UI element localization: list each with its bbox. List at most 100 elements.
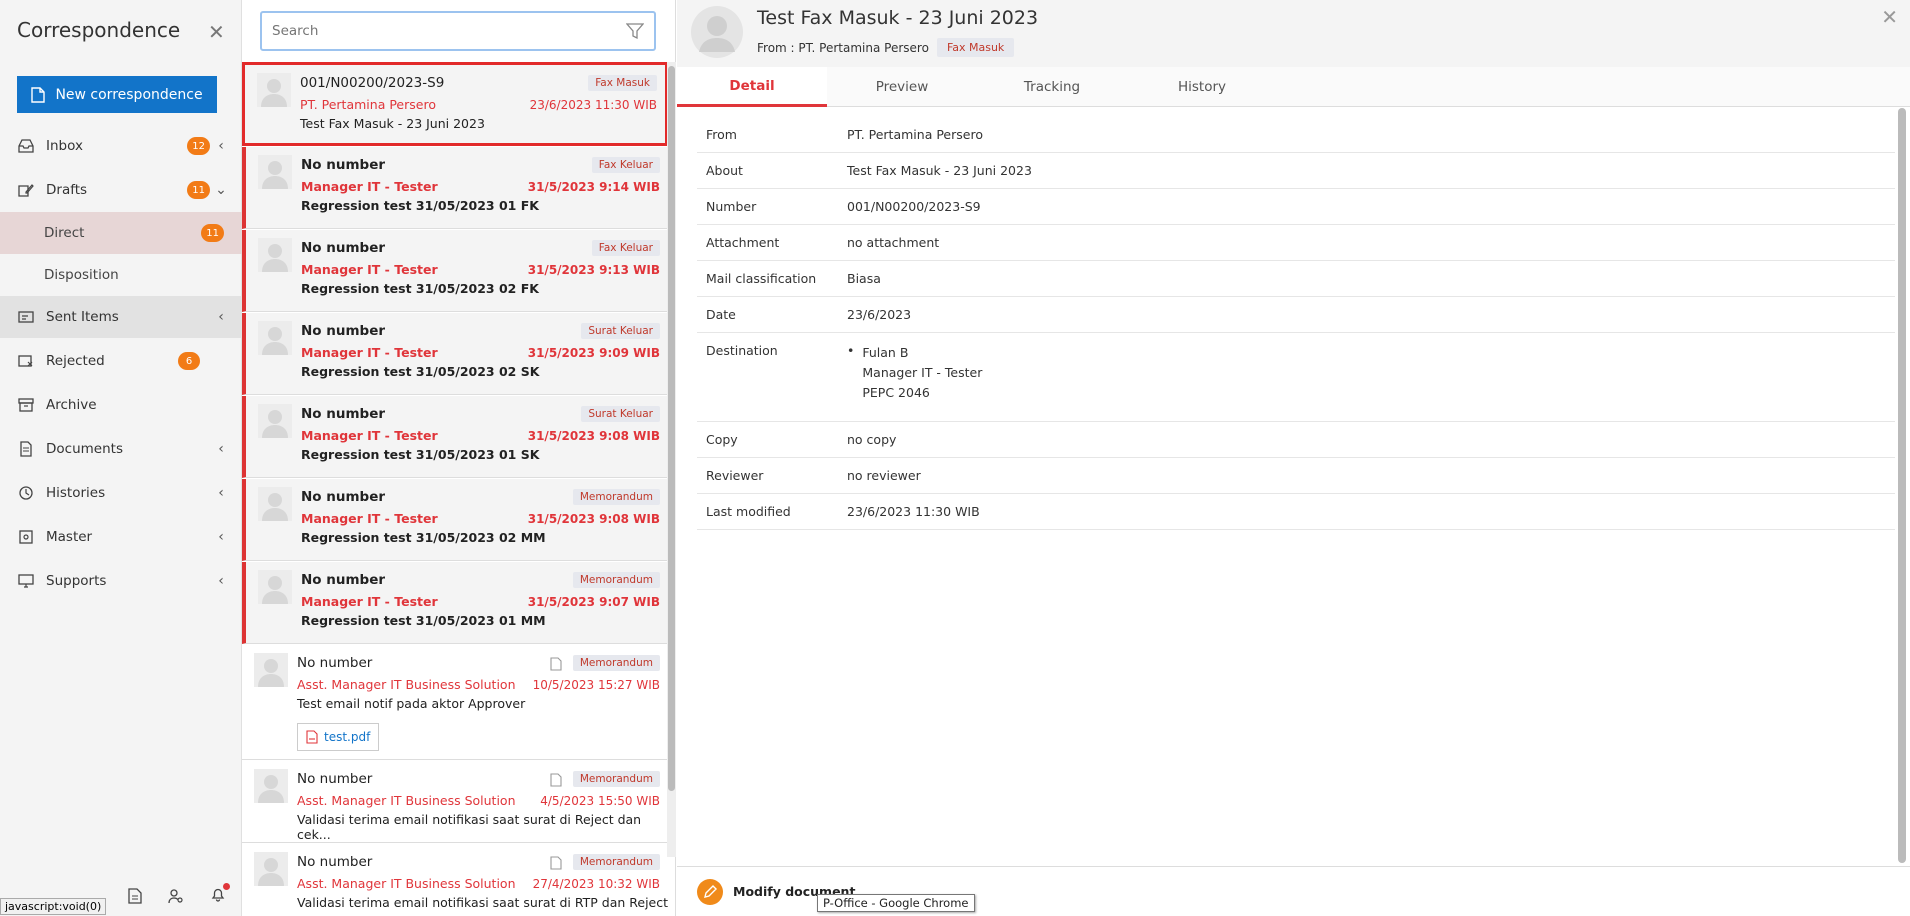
item-sender: PT. Pertamina Persero [300,97,436,112]
close-icon[interactable]: ✕ [1881,5,1898,29]
new-document-icon [31,86,46,103]
list-item[interactable]: No number Asst. Manager IT Business Solu… [242,761,668,843]
item-number: 001/N00200/2023-S9 [300,75,445,91]
item-date: 31/5/2023 9:13 WIB [527,263,660,277]
sidebar-item-sent-items[interactable]: Sent Items ‹ [0,296,242,338]
item-subject: Test email notif pada aktor Approver [297,696,526,711]
list-item[interactable]: No number Asst. Manager IT Business Solu… [242,645,668,760]
sidebar-item-archive[interactable]: Archive [0,384,242,426]
chevron-left-icon: ‹ [218,573,224,589]
sidebar-item-drafts[interactable]: Drafts 11 ⌄ [0,169,242,211]
item-subject: Regression test 31/05/2023 01 FK [301,198,539,213]
avatar [258,238,292,272]
item-type-tag: Surat Keluar [581,323,660,339]
sidebar-item-histories[interactable]: Histories ‹ [0,472,242,514]
item-number: No number [301,406,386,422]
destination-details: Fulan B Manager IT - Tester PEPC 2046 [862,343,982,403]
item-type-tag: Fax Masuk [588,75,657,91]
detail-scrollbar[interactable] [1898,108,1906,863]
item-type-tag: Fax Keluar [591,157,660,173]
item-sender: Manager IT - Tester [301,511,438,526]
field-row-destination: Destination • Fulan B Manager IT - Teste… [697,333,1895,422]
user-settings-icon[interactable] [168,888,184,904]
item-number: No number [301,323,386,339]
app-window: Correspondence ✕ New correspondence Inbo… [0,0,1910,916]
sidebar-item-disposition[interactable]: Disposition [0,254,242,296]
avatar [258,487,292,521]
avatar [254,653,288,687]
chevron-left-icon: ‹ [218,441,224,457]
field-label: Reviewer [706,468,764,483]
field-label: Attachment [706,235,780,250]
inbox-icon [16,136,36,156]
master-icon [16,527,36,547]
attachment-chip[interactable]: test.pdf [297,723,380,751]
direct-count-badge: 11 [201,224,224,242]
item-date: 31/5/2023 9:08 WIB [527,429,660,443]
tab-tracking[interactable]: Tracking [977,67,1127,107]
sidebar-item-supports[interactable]: Supports ‹ [0,560,242,602]
inbox-count-badge: 12 [187,137,210,155]
list-item[interactable]: No number Manager IT - Tester Regression… [242,562,668,644]
tab-preview[interactable]: Preview [827,67,977,107]
tab-history[interactable]: History [1127,67,1277,107]
sidebar-item-label: Documents [46,441,123,457]
list-item[interactable]: No number Asst. Manager IT Business Solu… [242,844,668,916]
item-number: No number [297,771,373,787]
tab-detail[interactable]: Detail [677,67,827,107]
sidebar-item-inbox[interactable]: Inbox 12 ‹ [0,125,242,167]
list-item[interactable]: 001/N00200/2023-S9 PT. Pertamina Persero… [242,62,668,146]
list-item[interactable]: No number Manager IT - Tester Regression… [242,147,668,229]
document-icon [550,773,562,787]
notification-bell[interactable] [210,883,230,906]
correspondence-list: 001/N00200/2023-S9 PT. Pertamina Persero… [242,62,670,916]
item-type-tag: Memorandum [572,572,660,588]
search-input[interactable] [262,13,654,49]
list-scrollbar[interactable] [667,62,676,857]
field-row-mail-classification: Mail classification Biasa [697,261,1895,297]
chevron-left-icon: ‹ [218,138,224,154]
field-row-last-modified: Last modified 23/6/2023 11:30 WIB [697,494,1895,530]
detail-type-tag: Fax Masuk [936,38,1015,57]
item-date: 4/5/2023 15:50 WIB [540,794,660,808]
field-value: 001/N00200/2023-S9 [847,199,981,214]
list-item[interactable]: No number Manager IT - Tester Regression… [242,313,668,395]
sidebar-item-label: Rejected [46,353,105,369]
item-date: 31/5/2023 9:09 WIB [527,346,660,360]
avatar [258,404,292,438]
avatar [258,321,292,355]
document-icon [550,657,562,671]
new-correspondence-button[interactable]: New correspondence [17,76,217,113]
list-item[interactable]: No number Manager IT - Tester Regression… [242,230,668,312]
list-item[interactable]: No number Manager IT - Tester Regression… [242,479,668,561]
window-tooltip: P-Office - Google Chrome [817,894,975,912]
item-subject: Validasi terima email notifikasi saat su… [297,812,642,842]
chevron-left-icon: ‹ [218,485,224,501]
field-row-attachment: Attachment no attachment [697,225,1895,261]
list-scrollbar-thumb[interactable] [668,66,675,791]
item-type-tag: Memorandum [572,489,660,505]
sidebar-item-label: Archive [46,397,97,413]
item-number: No number [297,655,373,671]
sidebar-item-label: Direct [44,225,85,241]
edit-pen-icon[interactable] [697,878,723,905]
close-icon[interactable]: ✕ [208,20,225,44]
field-label: Last modified [706,504,791,519]
field-label: From [706,127,737,142]
list-item[interactable]: No number Manager IT - Tester Regression… [242,396,668,478]
sidebar-item-master[interactable]: Master ‹ [0,516,242,558]
item-number: No number [301,489,386,505]
sidebar-item-label: Master [46,529,93,545]
sidebar-item-documents[interactable]: Documents ‹ [0,428,242,470]
field-label: Destination [706,343,778,358]
field-label: Mail classification [706,271,817,286]
avatar [254,769,288,803]
destination-code: PEPC 2046 [862,385,930,400]
field-label: About [706,163,743,178]
sidebar-item-rejected[interactable]: Rejected 6 [0,340,242,382]
sidebar-item-label: Disposition [44,267,119,283]
filter-icon[interactable] [626,22,644,40]
sidebar-item-direct[interactable]: Direct 11 [0,212,242,254]
detail-pane: Test Fax Masuk - 23 Juni 2023 From : PT.… [677,0,1910,916]
document-icon[interactable] [128,888,142,904]
